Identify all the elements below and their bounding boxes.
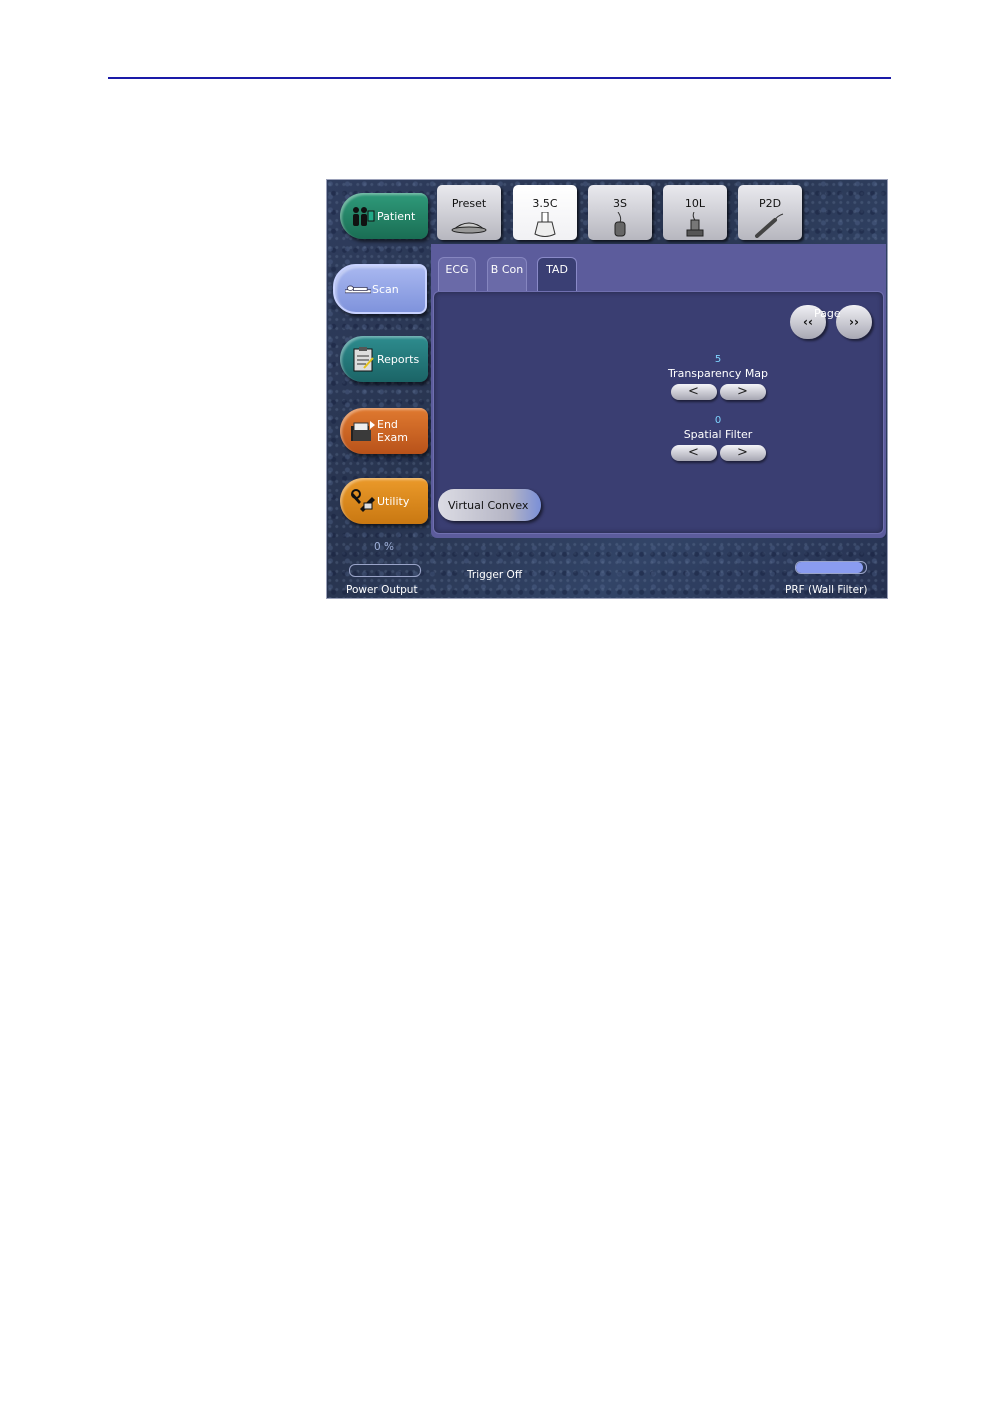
utility-button[interactable]: Utility	[340, 478, 428, 524]
tab-ecg[interactable]: ECG	[438, 257, 476, 291]
clipboard-icon	[350, 346, 376, 372]
end-exam-button[interactable]: End Exam	[340, 408, 428, 454]
page-label: Page	[814, 307, 841, 320]
page-navigator: ‹‹ ›› Page	[790, 305, 872, 341]
prf-fill	[796, 562, 863, 573]
reports-button[interactable]: Reports	[340, 336, 428, 382]
power-output-label: Power Output	[346, 584, 418, 596]
reports-label: Reports	[377, 352, 420, 366]
spatial-filter-control: 0 Spatial Filter < >	[663, 415, 773, 461]
spatial-filter-increase-button[interactable]: >	[719, 445, 766, 461]
spatial-filter-label: Spatial Filter	[683, 428, 753, 441]
tab-tad[interactable]: TAD	[537, 257, 577, 293]
preset-icon	[451, 222, 487, 234]
sector-probe-icon	[614, 212, 626, 237]
end-exam-label-line1: End	[377, 418, 398, 431]
probe-3s-button[interactable]: 3S	[588, 185, 652, 240]
probe-3-5c-label: 3.5C	[532, 197, 558, 210]
end-exam-label-line2: Exam	[377, 431, 408, 444]
power-output-value: 0 %	[374, 541, 394, 553]
transparency-map-value: 5	[714, 354, 722, 365]
transparency-map-increase-button[interactable]: >	[719, 384, 766, 400]
prf-label: PRF (Wall Filter)	[785, 584, 868, 596]
linear-probe-icon	[686, 212, 704, 237]
spatial-filter-value: 0	[714, 415, 722, 426]
probe-10l-button[interactable]: 10L	[663, 185, 727, 240]
probe-preset-button[interactable]: Preset	[437, 185, 501, 240]
patient-label: Patient	[377, 209, 416, 223]
transparency-map-control: 5 Transparency Map < >	[663, 354, 773, 400]
probe-10l-label: 10L	[684, 197, 706, 210]
page-next-button[interactable]: ››	[836, 305, 872, 339]
pencil-probe-icon	[755, 213, 784, 238]
probe-bar: Preset 3.5C 3S 10L P2D	[433, 182, 885, 244]
utility-label: Utility	[377, 494, 410, 508]
patient-button[interactable]: Patient	[340, 193, 428, 239]
probe-preset-label: Preset	[451, 197, 487, 210]
tab-b-con[interactable]: B Con	[487, 257, 527, 291]
ultrasound-touch-panel: Patient Scan Reports End Exam Utility Pr…	[326, 179, 888, 599]
scan-button[interactable]: Scan	[333, 264, 427, 314]
convex-probe-icon	[534, 212, 556, 237]
transparency-map-decrease-button[interactable]: <	[670, 384, 717, 400]
probe-3s-label: 3S	[613, 197, 627, 210]
spatial-filter-decrease-button[interactable]: <	[670, 445, 717, 461]
wrench-icon	[350, 488, 376, 514]
virtual-convex-button[interactable]: Virtual Convex	[438, 489, 541, 521]
scan-label: Scan	[372, 282, 399, 296]
probe-p2d-button[interactable]: P2D	[738, 185, 802, 240]
trigger-status: Trigger Off	[467, 569, 523, 581]
power-output-gauge[interactable]	[349, 564, 421, 577]
end-exam-label: End Exam	[377, 418, 408, 444]
header-rule	[108, 77, 891, 79]
probe-p2d-label: P2D	[758, 197, 782, 210]
transparency-map-label: Transparency Map	[667, 367, 769, 380]
probe-3-5c-button[interactable]: 3.5C	[513, 185, 577, 240]
folder-icon	[350, 418, 376, 444]
patient-icon	[350, 203, 376, 229]
scan-bed-icon	[345, 276, 371, 302]
prf-gauge[interactable]	[795, 561, 867, 574]
